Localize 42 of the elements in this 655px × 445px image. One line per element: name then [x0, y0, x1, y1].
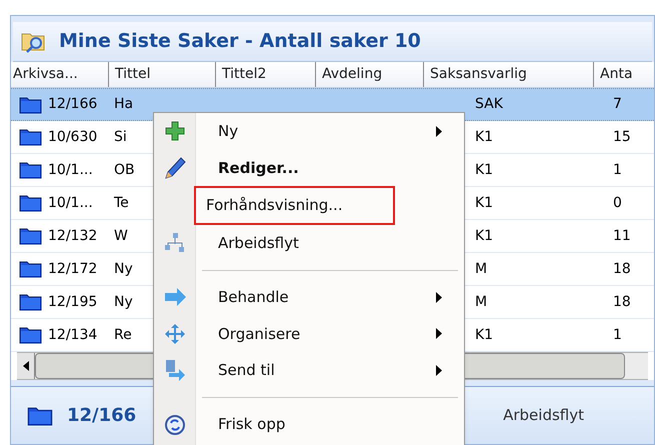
table-cell: K1 — [475, 326, 494, 342]
table-cell-text: 12/132 — [48, 226, 98, 246]
panel-title: Mine Siste Saker - Antall saker 10 — [59, 29, 421, 54]
table-cell: 11 — [613, 228, 631, 244]
table-cell: K1 — [475, 228, 494, 244]
table-cell-text: 10/630 — [48, 128, 98, 146]
table-cell: 18 — [613, 294, 631, 310]
table-cell-text: 12/166 — [48, 95, 98, 114]
menu-item-label: Ny — [217, 121, 240, 142]
menu-item-label: Arbeidsflyt — [217, 232, 300, 254]
table-cell: K1 — [475, 128, 494, 144]
case-number: 12/166 — [67, 404, 136, 428]
table-cell: Te — [114, 194, 129, 210]
table-cell-text: 10/1... — [48, 160, 93, 180]
table-cell-text: 12/134 — [48, 326, 98, 344]
table-cell: M — [475, 260, 488, 276]
menu-item-label: Organisere — [217, 324, 302, 345]
table-cell: K1 — [475, 194, 494, 210]
menu-item-label: Forhåndsvisning... — [194, 186, 395, 225]
table-cell: 15 — [613, 128, 631, 144]
table-cell: SAK — [475, 96, 503, 112]
table-cell: Si — [114, 128, 127, 144]
table-cell: 1 — [613, 162, 622, 178]
table-cell: K1 — [475, 162, 494, 178]
menu-item-label: Frisk opp — [217, 414, 286, 436]
table-cell: OB — [114, 162, 135, 178]
menu-item-label: Send til — [217, 360, 276, 382]
table-cell-text: 12/195 — [48, 292, 98, 312]
table-cell: Ny — [114, 260, 133, 276]
table-cell: W — [114, 228, 128, 244]
table-cell: 0 — [613, 194, 622, 210]
table-cell: 7 — [613, 96, 622, 112]
menu-item-label: Behandle — [217, 286, 290, 308]
table-cell: 18 — [613, 260, 631, 276]
table-cell-text: 10/1... — [48, 194, 93, 212]
table-cell-text: 12/172 — [48, 260, 98, 278]
table-cell: M — [475, 294, 488, 310]
table-cell: Ny — [114, 294, 133, 310]
table-cell: Ha — [114, 96, 134, 112]
table-cell: Re — [114, 326, 132, 342]
table-cell: 1 — [613, 326, 622, 342]
menu-item-label: Rediger... — [217, 158, 300, 180]
